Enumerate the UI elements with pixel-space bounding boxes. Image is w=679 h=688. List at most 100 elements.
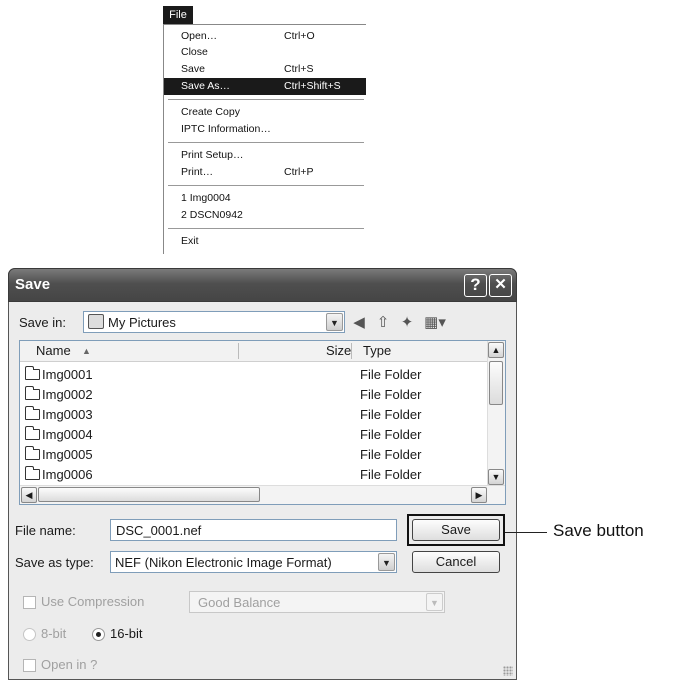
menu-item-shortcut: Ctrl+Shift+S bbox=[284, 80, 341, 92]
file-type: File Folder bbox=[360, 467, 422, 482]
column-header-size[interactable]: Size bbox=[326, 343, 351, 358]
file-name-label: File name: bbox=[15, 523, 76, 538]
folder-icon bbox=[25, 366, 40, 380]
column-divider[interactable] bbox=[238, 343, 239, 359]
use-compression-label: Use Compression bbox=[41, 594, 145, 609]
file-type: File Folder bbox=[360, 447, 422, 462]
list-item[interactable]: Img0002 File Folder bbox=[20, 385, 488, 405]
file-name: Img0006 bbox=[42, 467, 93, 482]
menu-item-save[interactable]: Save Ctrl+S bbox=[164, 61, 366, 78]
cancel-button[interactable]: Cancel bbox=[412, 551, 500, 573]
16-bit-radio[interactable] bbox=[92, 628, 105, 641]
chevron-down-icon[interactable]: ▼ bbox=[426, 593, 443, 611]
horizontal-scroll-thumb[interactable] bbox=[38, 487, 260, 502]
list-item[interactable]: Img0001 File Folder bbox=[20, 365, 488, 385]
dialog-titlebar[interactable]: Save ? ✕ bbox=[8, 268, 517, 302]
back-icon[interactable]: ◀ bbox=[349, 313, 369, 333]
callout-label: Save button bbox=[553, 521, 644, 540]
menu-item-close[interactable]: Close bbox=[164, 44, 366, 61]
list-header: Name ▲ Size Type bbox=[20, 341, 488, 362]
open-in-label: Open in ? bbox=[41, 657, 98, 672]
save-as-type-label: Save as type: bbox=[15, 555, 94, 570]
sort-ascending-icon: ▲ bbox=[82, 346, 91, 356]
menu-item-print-setup[interactable]: Print Setup… bbox=[164, 147, 366, 164]
folder-icon bbox=[25, 446, 40, 460]
list-item[interactable]: Img0003 File Folder bbox=[20, 405, 488, 425]
menu-item-label: Print Setup… bbox=[181, 149, 244, 161]
menu-separator bbox=[168, 185, 364, 186]
menu-item-label: Save As… bbox=[181, 80, 231, 92]
menu-border bbox=[163, 24, 366, 25]
horizontal-scrollbar[interactable]: ◀ ▶ bbox=[20, 485, 505, 504]
save-in-label: Save in: bbox=[19, 315, 66, 330]
file-name: Img0004 bbox=[42, 427, 93, 442]
folder-icon bbox=[25, 406, 40, 420]
menu-item-label: 2 DSCN0942 bbox=[181, 209, 243, 221]
up-folder-icon[interactable]: ⇧ bbox=[373, 313, 393, 333]
my-pictures-icon bbox=[88, 314, 104, 329]
menu-item-save-as[interactable]: Save As… Ctrl+Shift+S bbox=[164, 78, 366, 95]
save-in-dropdown[interactable]: My Pictures ▼ bbox=[83, 311, 345, 333]
close-button[interactable]: ✕ bbox=[489, 274, 512, 297]
column-header-type[interactable]: Type bbox=[363, 343, 391, 358]
menu-item-label: Open… bbox=[181, 30, 218, 42]
views-menu-icon[interactable]: ▦▾ bbox=[421, 313, 449, 333]
open-in-checkbox[interactable] bbox=[23, 659, 36, 672]
file-list[interactable]: Name ▲ Size Type Img0001 File Folder Img0… bbox=[19, 340, 506, 505]
file-menu-title[interactable]: File bbox=[163, 6, 193, 24]
save-button[interactable]: Save bbox=[412, 519, 500, 541]
dialog-title: Save bbox=[15, 276, 51, 293]
menu-item-label: IPTC Information… bbox=[181, 123, 271, 135]
list-item[interactable]: Img0006 File Folder bbox=[20, 465, 488, 485]
menu-item-label: 1 Img0004 bbox=[181, 192, 231, 204]
vertical-scroll-thumb[interactable] bbox=[489, 361, 503, 405]
vertical-scrollbar[interactable]: ▲ ▼ bbox=[487, 341, 505, 486]
column-divider[interactable] bbox=[351, 343, 352, 359]
menu-item-create-copy[interactable]: Create Copy bbox=[164, 104, 366, 121]
menu-item-exit[interactable]: Exit bbox=[164, 233, 366, 250]
menu-item-label: Save bbox=[181, 63, 205, 75]
column-header-name[interactable]: Name bbox=[36, 343, 71, 358]
scroll-left-icon[interactable]: ◀ bbox=[21, 487, 37, 503]
use-compression-checkbox[interactable] bbox=[23, 596, 36, 609]
save-as-type-value: NEF (Nikon Electronic Image Format) bbox=[115, 555, 332, 570]
compression-dropdown[interactable]: Good Balance ▼ bbox=[189, 591, 445, 613]
menu-item-iptc[interactable]: IPTC Information… bbox=[164, 121, 366, 138]
file-name-field[interactable]: DSC_0001.nef bbox=[110, 519, 397, 541]
menu-separator bbox=[168, 228, 364, 229]
chevron-down-icon[interactable]: ▼ bbox=[326, 313, 343, 331]
file-name: Img0005 bbox=[42, 447, 93, 462]
menu-item-recent-2[interactable]: 2 DSCN0942 bbox=[164, 207, 366, 224]
file-name: Img0002 bbox=[42, 387, 93, 402]
folder-icon bbox=[25, 426, 40, 440]
menu-item-shortcut: Ctrl+S bbox=[284, 63, 314, 75]
file-name: Img0001 bbox=[42, 367, 93, 382]
scroll-right-icon[interactable]: ▶ bbox=[471, 487, 487, 503]
menu-item-print[interactable]: Print… Ctrl+P bbox=[164, 164, 366, 181]
file-type: File Folder bbox=[360, 387, 422, 402]
16-bit-label: 16-bit bbox=[110, 626, 143, 641]
menu-separator bbox=[168, 99, 364, 100]
8-bit-radio[interactable] bbox=[23, 628, 36, 641]
menu-item-label: Print… bbox=[181, 166, 214, 178]
callout-leader-line bbox=[505, 532, 547, 533]
file-type: File Folder bbox=[360, 427, 422, 442]
8-bit-label: 8-bit bbox=[41, 626, 67, 641]
menu-item-recent-1[interactable]: 1 Img0004 bbox=[164, 190, 366, 207]
list-item[interactable]: Img0005 File Folder bbox=[20, 445, 488, 465]
list-item[interactable]: Img0004 File Folder bbox=[20, 425, 488, 445]
menu-item-shortcut: Ctrl+O bbox=[284, 30, 315, 42]
new-folder-icon[interactable]: ✦ bbox=[397, 313, 417, 333]
menu-item-open[interactable]: Open… Ctrl+O bbox=[164, 28, 366, 45]
save-as-type-dropdown[interactable]: NEF (Nikon Electronic Image Format) ▼ bbox=[110, 551, 397, 573]
menu-separator bbox=[168, 142, 364, 143]
resize-grip-icon[interactable] bbox=[503, 666, 513, 676]
chevron-down-icon[interactable]: ▼ bbox=[378, 553, 395, 571]
help-button[interactable]: ? bbox=[464, 274, 487, 297]
scroll-down-icon[interactable]: ▼ bbox=[488, 469, 504, 485]
menu-item-label: Close bbox=[181, 46, 208, 58]
scroll-up-icon[interactable]: ▲ bbox=[488, 342, 504, 358]
compression-value: Good Balance bbox=[198, 595, 281, 610]
menu-item-label: Exit bbox=[181, 235, 199, 247]
file-type: File Folder bbox=[360, 407, 422, 422]
